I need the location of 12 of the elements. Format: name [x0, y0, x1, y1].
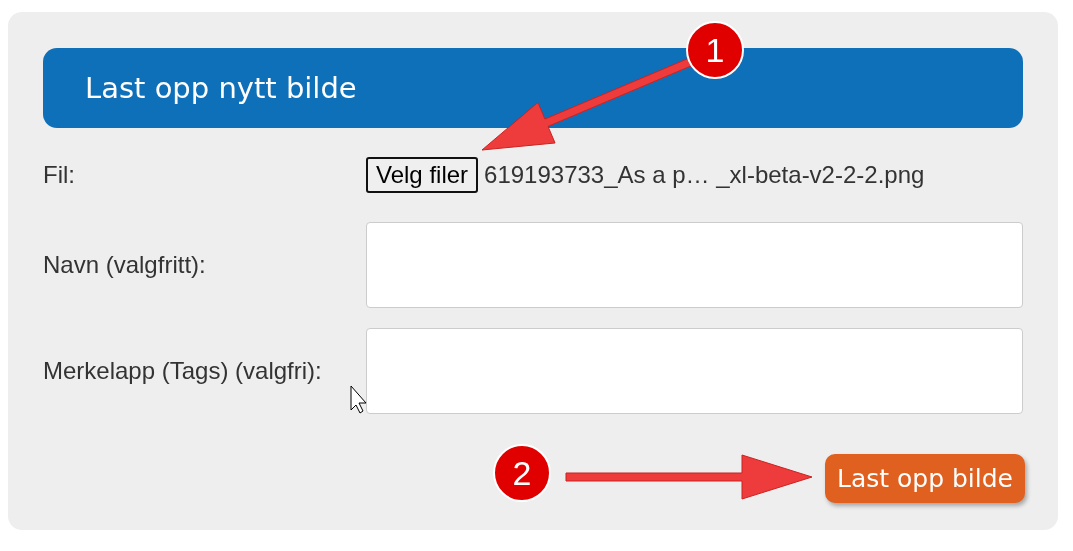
step-badge: 2	[493, 444, 551, 502]
field-label: Merkelapp (Tags) (valgfri):	[43, 357, 323, 385]
pointer-cursor-icon	[350, 385, 367, 414]
input-field[interactable]	[366, 328, 1023, 414]
field-label: Navn (valgfritt):	[43, 251, 207, 279]
input-field[interactable]	[366, 222, 1023, 308]
step-badge: 1	[686, 21, 744, 79]
header-title: Last opp nytt bilde	[85, 71, 357, 105]
upload-button[interactable]: Last opp bilde	[825, 454, 1025, 503]
file-name: 619193733_As a p… _xl-beta-v2-2-2.png	[484, 161, 925, 189]
field-label: Fil:	[43, 161, 76, 189]
choose-files-button[interactable]: Velg filer	[366, 157, 479, 193]
